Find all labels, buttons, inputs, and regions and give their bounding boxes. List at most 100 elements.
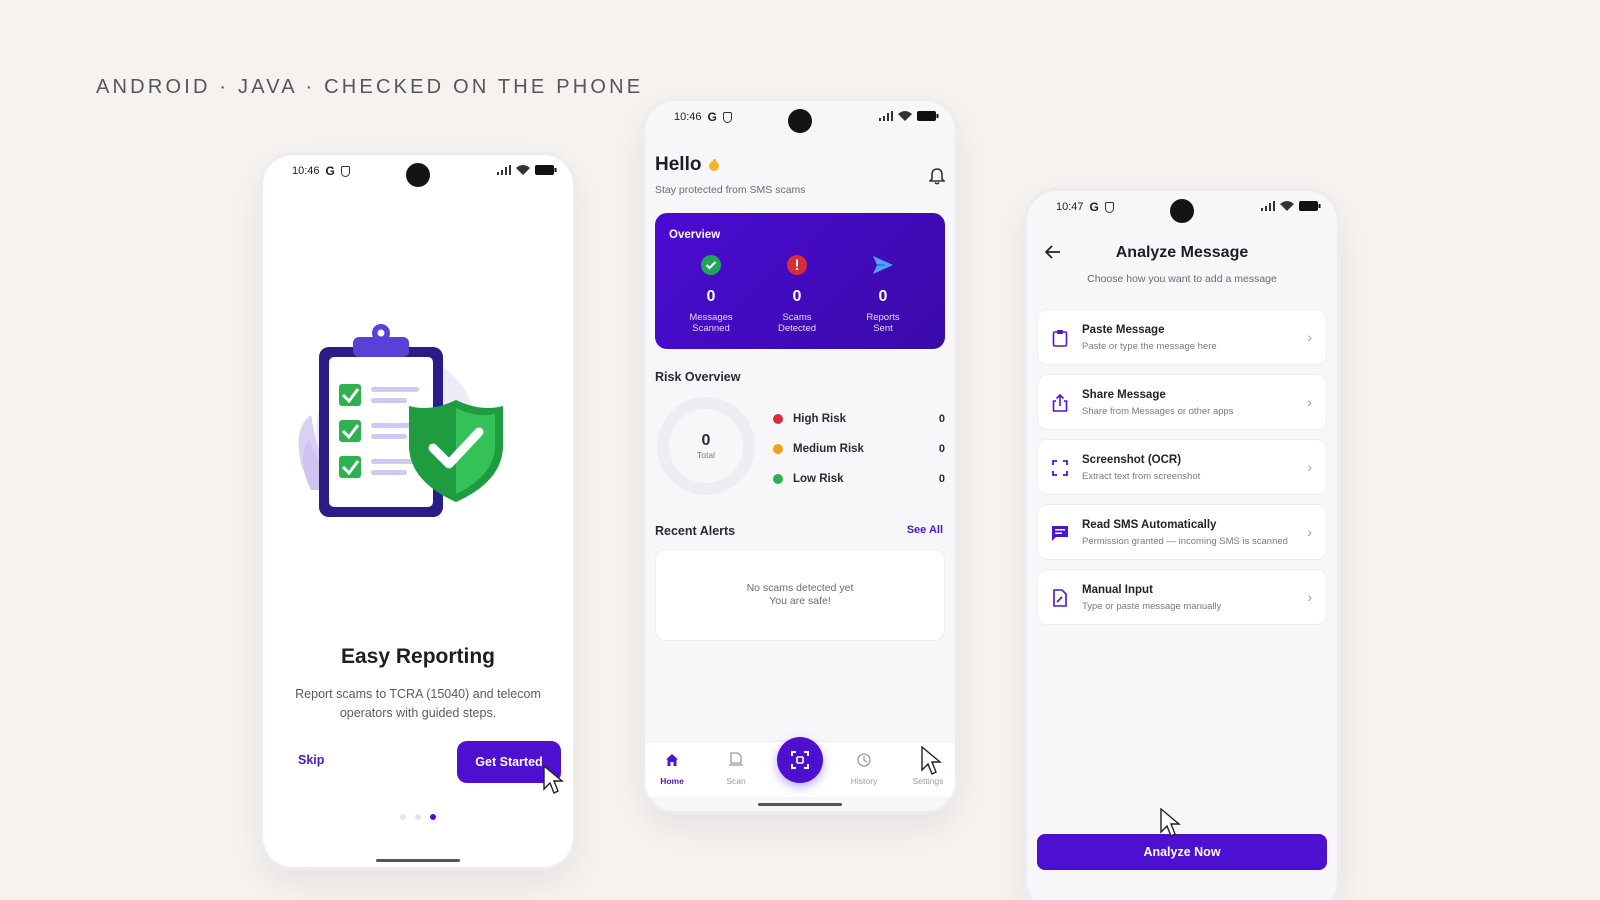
greeting-text: Hello <box>655 154 702 175</box>
nav-home[interactable]: Home <box>647 750 697 786</box>
phone-home: 10:46 G Hello Stay protected from SMS sc… <box>645 101 955 811</box>
see-all-link[interactable]: See All <box>907 524 943 536</box>
wifi-icon <box>516 165 530 175</box>
mouse-cursor-icon <box>1160 808 1181 837</box>
pager-dot[interactable] <box>415 814 421 820</box>
camera-cutout <box>406 163 430 187</box>
wifi-icon <box>1280 201 1294 211</box>
option-subtitle: Permission granted — incoming SMS is sca… <box>1082 536 1288 547</box>
shield-status-icon <box>722 111 732 123</box>
signal-icon <box>879 111 893 121</box>
stat-label: Reports <box>866 312 900 323</box>
option-subtitle: Type or paste message manually <box>1082 601 1222 612</box>
risk-row-medium: Medium Risk 0 <box>773 441 945 457</box>
status-time: 10:46 <box>674 111 702 123</box>
risk-donut-chart: 0 Total <box>657 397 755 495</box>
option-title: Manual Input <box>1082 584 1153 596</box>
stat-value: 0 <box>792 288 802 305</box>
phone-onboarding: 10:46 G Easy Reporting Report scams to T… <box>263 155 573 867</box>
nav-label: History <box>850 776 878 786</box>
onboarding-title: Easy Reporting <box>340 645 496 668</box>
overview-card: Overview 0 Messages Scanned 0 Scams Detect… <box>655 213 945 349</box>
scan-frame-icon <box>791 751 809 769</box>
risk-label: High Risk <box>793 413 847 425</box>
stat-label: Scams <box>782 312 812 323</box>
stat-scams-detected: 0 Scams Detected <box>757 255 837 334</box>
risk-label: Low Risk <box>793 473 844 485</box>
donut-total-label: Total <box>697 450 715 460</box>
analyze-title: Analyze Message <box>1115 244 1249 261</box>
nav-history[interactable]: History <box>839 750 889 786</box>
nav-label: Scan <box>726 776 746 786</box>
donut-total-value: 0 <box>701 432 711 449</box>
option-subtitle: Share from Messages or other apps <box>1082 406 1234 417</box>
mouse-cursor-icon <box>921 746 942 775</box>
risk-value: 0 <box>938 473 945 485</box>
share-icon <box>1052 394 1068 412</box>
greeting-subtitle: Stay protected from SMS scams <box>655 184 806 196</box>
stat-label: Detected <box>777 323 817 334</box>
option-screenshot-ocr[interactable]: Screenshot (OCR) Extract text from scree… <box>1037 439 1327 495</box>
sms-icon <box>1052 525 1068 541</box>
shield-status-icon <box>340 165 350 177</box>
bell-icon[interactable] <box>929 167 945 185</box>
option-title: Paste Message <box>1082 324 1165 336</box>
stat-label: Messages <box>689 312 733 323</box>
risk-row-high: High Risk 0 <box>773 411 945 427</box>
stat-value: 0 <box>706 288 716 305</box>
scan-fab-button[interactable] <box>777 737 823 783</box>
wave-hand-icon <box>709 159 720 171</box>
battery-icon <box>917 111 939 121</box>
pager-dot[interactable] <box>400 814 406 820</box>
stat-value: 0 <box>878 288 888 305</box>
nav-label: Home <box>660 776 684 786</box>
document-edit-icon <box>1053 589 1067 607</box>
alert-circle-icon <box>787 255 807 275</box>
nav-scan[interactable]: Scan <box>711 750 761 786</box>
history-icon <box>857 753 871 767</box>
camera-cutout <box>788 109 812 133</box>
option-title: Screenshot (OCR) <box>1082 454 1182 466</box>
wifi-icon <box>898 111 912 121</box>
mouse-cursor-icon <box>543 765 564 794</box>
status-bar: 10:47 G <box>1027 191 1337 227</box>
shield-status-icon <box>1104 201 1114 213</box>
home-indicator <box>758 803 842 806</box>
risk-value: 0 <box>938 443 945 455</box>
option-share-message[interactable]: Share Message Share from Messages or oth… <box>1037 374 1327 430</box>
high-risk-dot <box>773 414 783 424</box>
chevron-right-icon: › <box>1307 524 1312 540</box>
clipboard-icon <box>1052 330 1068 347</box>
risk-value: 0 <box>938 413 945 425</box>
option-read-sms[interactable]: Read SMS Automatically Permission grante… <box>1037 504 1327 560</box>
signal-icon <box>1261 201 1275 211</box>
analyze-now-button[interactable]: Analyze Now <box>1037 834 1327 870</box>
recent-alerts-empty-card: No scams detected yet You are safe! <box>655 549 945 641</box>
scan-frame-icon <box>1052 460 1068 476</box>
status-time: 10:47 <box>1056 201 1084 213</box>
battery-icon <box>1299 201 1321 211</box>
stat-messages-scanned: 0 Messages Scanned <box>671 255 751 334</box>
chevron-right-icon: › <box>1307 459 1312 475</box>
stat-label: Sent <box>873 323 893 334</box>
skip-button[interactable]: Skip <box>298 753 324 767</box>
battery-icon <box>535 165 557 175</box>
status-bar: 10:46 G <box>263 155 573 191</box>
option-paste-message[interactable]: Paste Message Paste or type the message … <box>1037 309 1327 365</box>
recent-alerts-title: Recent Alerts <box>655 524 736 538</box>
home-icon <box>666 754 678 766</box>
risk-overview-title: Risk Overview <box>655 370 741 384</box>
phone-analyze: 10:47 G Analyze Message Choose how you w… <box>1027 191 1337 900</box>
camera-cutout <box>1170 199 1194 223</box>
status-bar: 10:46 G <box>645 101 955 137</box>
pager-dot-active[interactable] <box>430 814 436 820</box>
home-indicator <box>376 859 460 862</box>
signal-icon <box>497 165 511 175</box>
send-icon <box>873 256 893 274</box>
chevron-right-icon: › <box>1307 589 1312 605</box>
greeting-heading: Hello <box>655 154 721 176</box>
option-manual-input[interactable]: Manual Input Type or paste message manua… <box>1037 569 1327 625</box>
low-risk-dot <box>773 474 783 484</box>
chevron-right-icon: › <box>1307 329 1312 345</box>
empty-state-text: No scams detected yet <box>746 582 854 594</box>
